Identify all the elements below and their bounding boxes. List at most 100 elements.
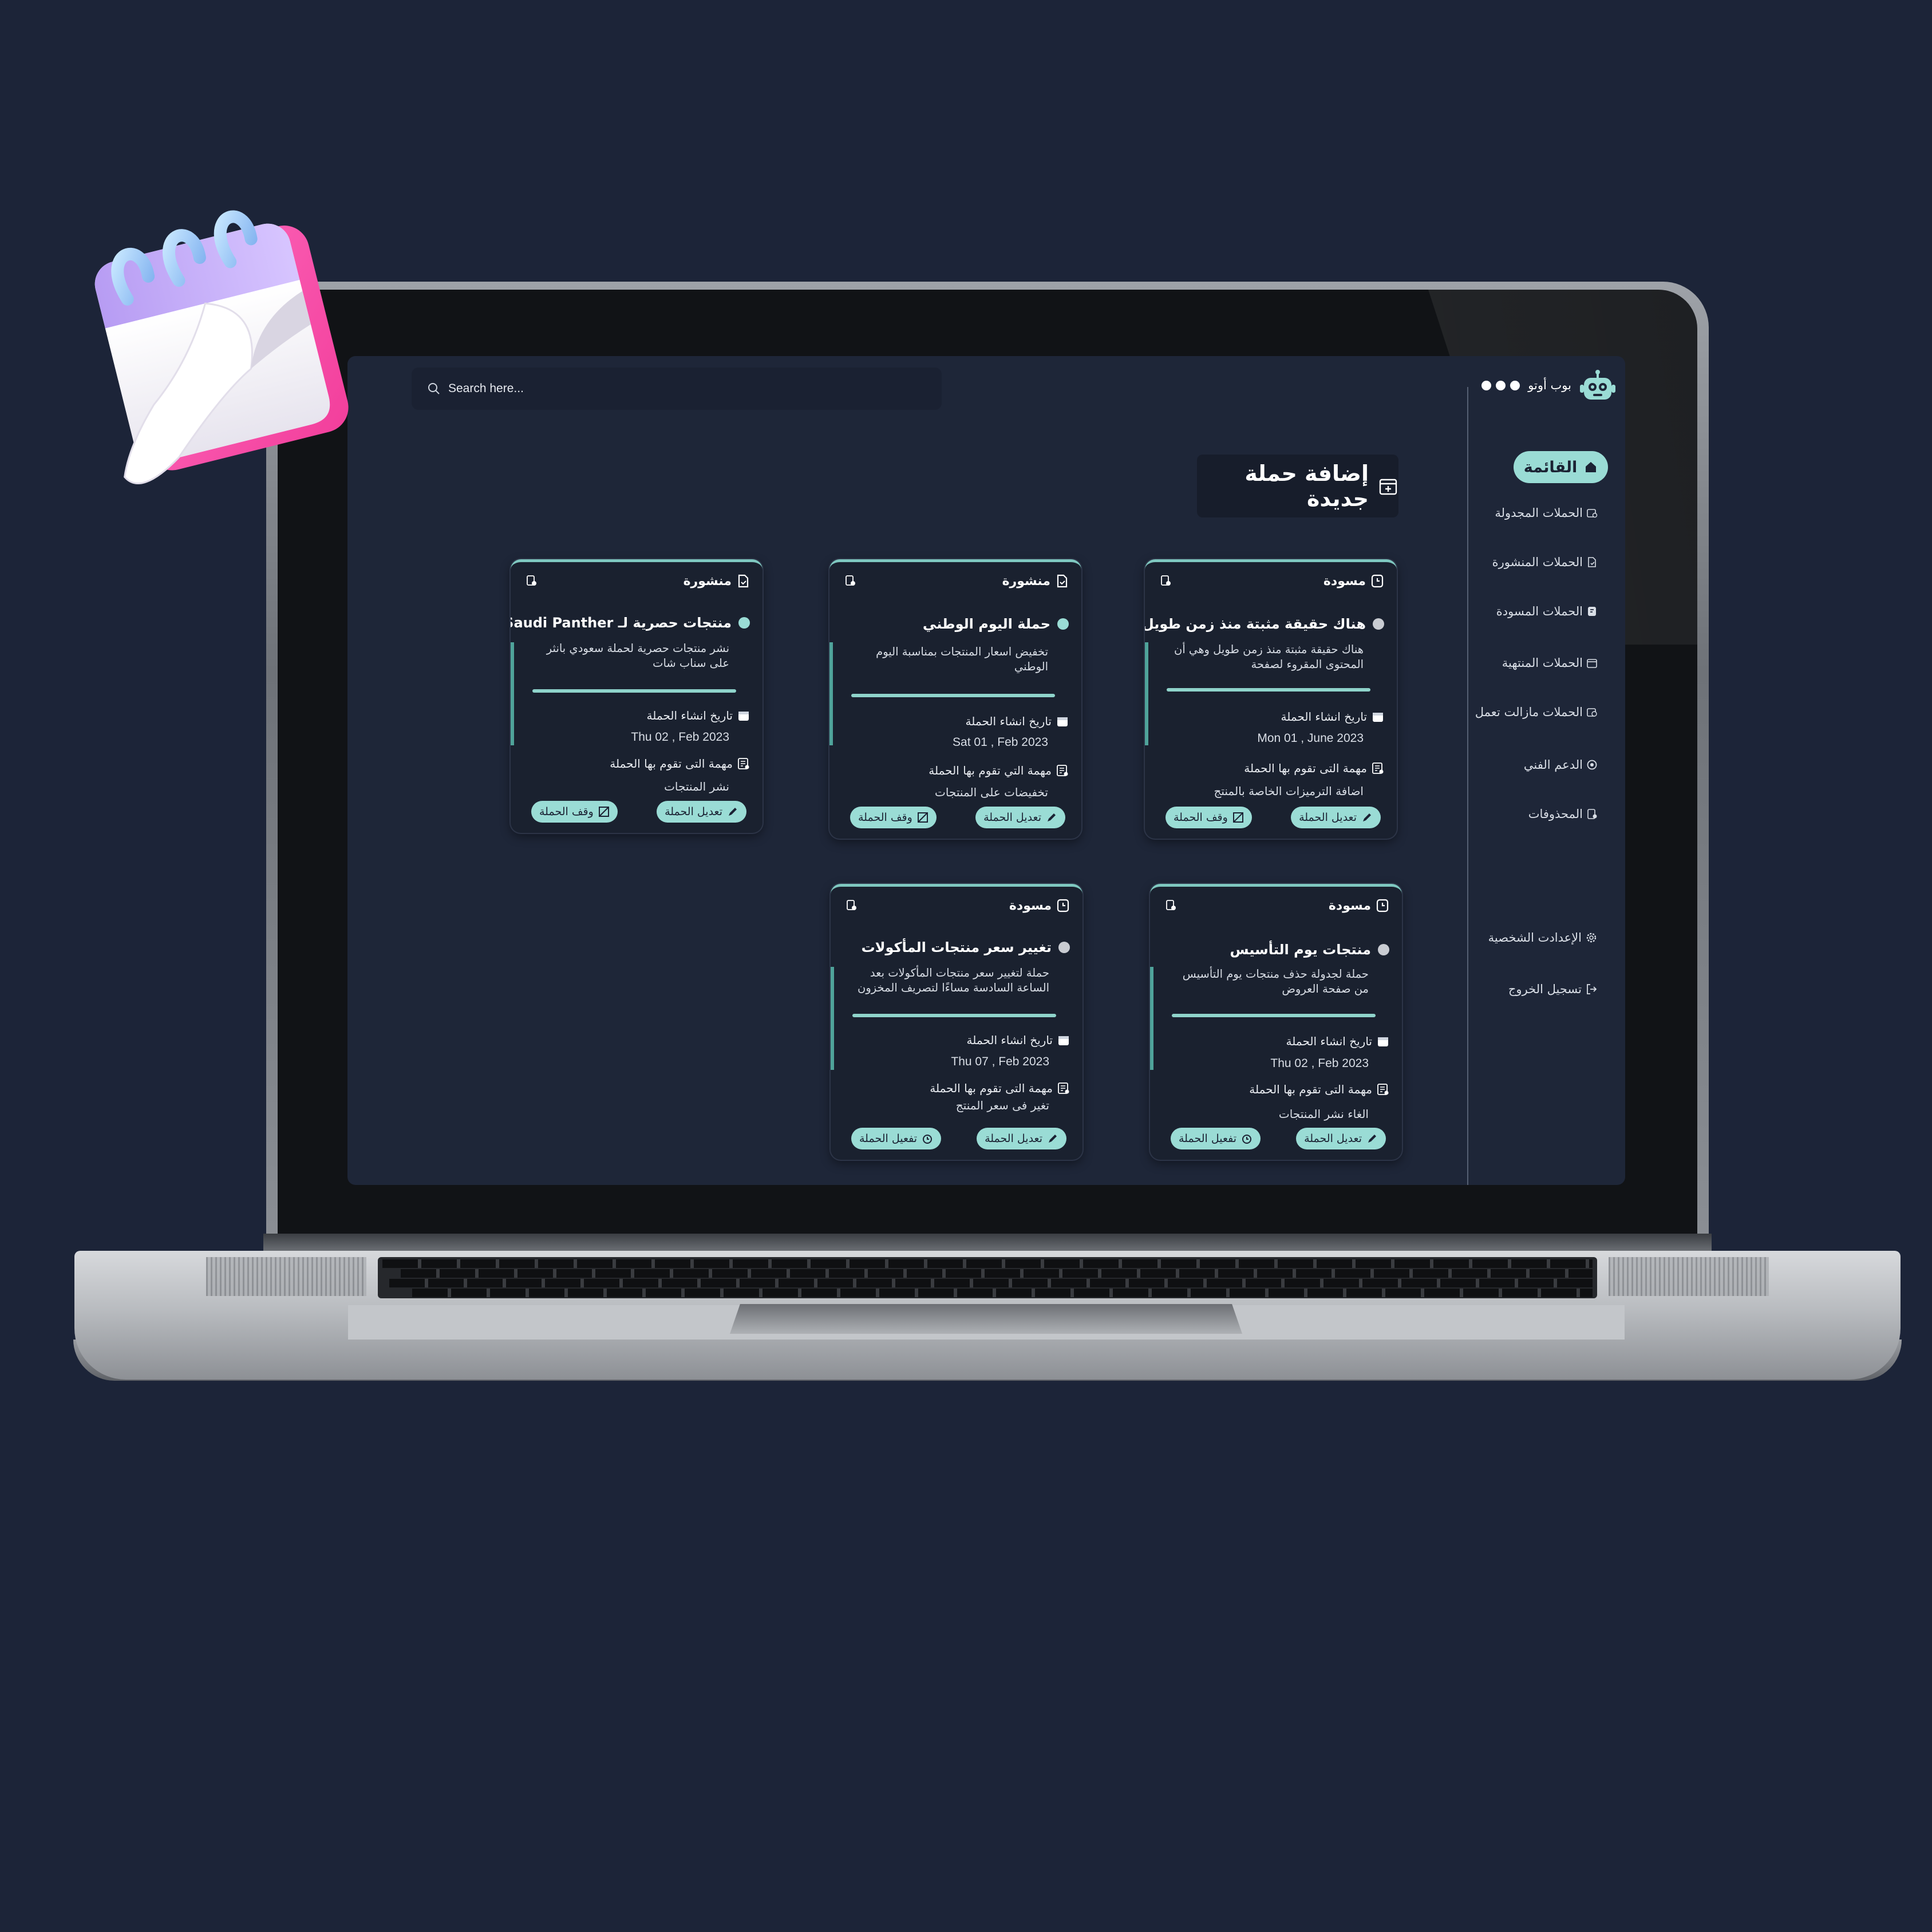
sidebar-item-label: الحملات المنتهية [1502,656,1583,670]
sidebar-divider [1467,387,1468,1185]
stop-label: وقف الحملة [1174,811,1228,824]
task-list-icon [1056,764,1069,777]
status-dot [1378,944,1389,955]
status-dot [1058,942,1070,953]
document-published-icon [1586,556,1598,568]
campaign-card: منشورة منتجات حصرية لـ Saudi Panther نشر… [511,559,762,833]
pencil-icon [1366,1133,1378,1144]
campaign-card: مسودة هناك حقيقة مثبتة منذ زمن طويل هناك… [1145,559,1397,839]
progress-bar [851,694,1055,697]
alarm-icon [922,1133,933,1144]
task-value: نشر المنتجات [664,780,729,793]
delete-doc-icon[interactable] [846,899,858,912]
sidebar-item-label: الإعدادت الشخصية [1488,931,1582,945]
sidebar-item-finished[interactable]: الحملات المنتهية [1502,656,1598,670]
calendar-3d-icon [74,203,372,501]
status-dot [1057,618,1069,630]
calendar-clock-icon [1586,507,1598,519]
stop-campaign-button[interactable]: وقف الحملة [531,801,618,823]
stop-icon [917,812,929,823]
sidebar-item-label: الحملات المجدولة [1495,506,1583,520]
card-description: نشر منتجات حصرية لحملة سعودي بانثر على س… [546,642,729,670]
stop-icon [1232,812,1244,823]
created-date: Sat 01 , Feb 2023 [953,736,1048,749]
draft-icon [1586,606,1598,617]
search-input[interactable]: Search here... [448,382,524,396]
edit-label: تعديل الحملة [1304,1132,1362,1145]
sidebar-item-label: المحذوفات [1528,807,1583,821]
pencil-icon [1046,812,1057,823]
sidebar-item-label: الحملات المنشورة [1492,555,1583,569]
draft-icon [1056,899,1070,912]
edit-campaign-button[interactable]: تعديل الحملة [1296,1128,1386,1149]
draft-icon [1370,574,1384,588]
task-value: تخفيضات على المنتجات [935,785,1048,799]
delete-doc-icon[interactable] [1165,899,1178,912]
sidebar-item-logout[interactable]: تسجيل الخروج [1508,982,1598,996]
task-list-icon [1372,762,1384,775]
task-label: مهمة التى تقوم بها الحملة [1244,761,1367,775]
activate-label: تفعيل الحملة [1179,1132,1237,1145]
created-label: تاريخ انشاء الحملة [1286,1034,1372,1048]
stop-label: وقف الحملة [539,805,594,818]
task-value: الغاء نشر المنتجات [1278,1107,1369,1121]
sidebar-item-published[interactable]: الحملات المنشورة [1492,555,1598,569]
brand: بوب أوتو [1481,369,1616,402]
draft-icon [1376,899,1389,912]
task-list-icon [737,757,750,770]
created-date: Mon 01 , June 2023 [1257,732,1364,745]
sidebar-item-label: تسجيل الخروج [1508,982,1582,996]
pencil-icon [1047,1133,1058,1144]
sidebar-item-support[interactable]: الدعم الفني [1524,758,1598,772]
pencil-icon [727,806,738,817]
stop-label: وقف الحملة [858,811,912,824]
status-badge: مسودة [1328,898,1371,913]
delete-doc-icon[interactable] [526,575,538,587]
search-icon [428,382,440,395]
sidebar-item-running[interactable]: الحملات مازالت تعمل [1475,705,1598,719]
edit-label: تعديل الحملة [985,1132,1042,1145]
home-icon [1584,460,1598,474]
edit-campaign-button[interactable]: تعديل الحملة [1291,807,1381,828]
status-badge: منشورة [1002,574,1050,588]
card-description: حملة لتغيير سعر منتجات المأكولات بعد الس… [858,966,1049,994]
sidebar-item-deleted[interactable]: المحذوفات [1528,807,1598,821]
stop-campaign-button[interactable]: وقف الحملة [850,807,937,828]
speaker-grille-right [1609,1257,1769,1296]
created-date: Thu 02 , Feb 2023 [1270,1057,1369,1070]
card-title: هناك حقيقة مثبتة منذ زمن طويل [1145,616,1366,632]
more-dots-icon[interactable] [1481,380,1520,390]
edit-campaign-button[interactable]: تعديل الحملة [975,807,1065,828]
edit-label: تعديل الحملة [1299,811,1357,824]
activate-campaign-button[interactable]: تفعيل الحملة [1171,1128,1261,1149]
delete-doc-icon[interactable] [1160,575,1172,587]
activate-label: تفعيل الحملة [859,1132,918,1145]
stop-campaign-button[interactable]: وقف الحملة [1165,807,1252,828]
edit-campaign-button[interactable]: تعديل الحملة [977,1128,1066,1149]
card-description: حملة لجدولة حذف منتجات يوم التأسيس من صف… [1182,967,1369,995]
card-description: هناك حقيقة مثبتة منذ زمن طويل وهي أن الم… [1174,643,1364,671]
sidebar-item-settings[interactable]: الإعدادت الشخصية [1488,931,1598,945]
sidebar-item-drafts[interactable]: الحملات المسودة [1496,605,1598,618]
add-campaign-button[interactable]: إضافة حملة جديدة [1197,455,1398,517]
progress-bar [1167,688,1370,692]
task-value: اضافة الترميزات الخاصة بالمنتج [1214,784,1364,798]
document-published-icon [1055,574,1069,588]
progress-bar [1172,1014,1376,1017]
calendar-check-icon [1586,657,1598,669]
speaker-grille-left [206,1257,366,1296]
delete-doc-icon[interactable] [844,575,857,587]
activate-campaign-button[interactable]: تفعيل الحملة [851,1128,942,1149]
sidebar-item-scheduled[interactable]: الحملات المجدولة [1495,506,1598,520]
app-name: بوب أوتو [1528,378,1571,392]
trash-doc-icon [1586,808,1598,820]
status-badge: منشورة [683,574,732,588]
progress-bar [852,1014,1056,1017]
menu-button[interactable]: القائمة [1514,451,1608,483]
status-dot [738,617,750,629]
search-bar[interactable]: Search here... [412,368,942,410]
edit-campaign-button[interactable]: تعديل الحملة [657,801,746,823]
created-label: تاريخ انشاء الحملة [966,1033,1053,1047]
sidebar-item-label: الدعم الفني [1523,758,1583,772]
support-icon [1586,759,1598,771]
